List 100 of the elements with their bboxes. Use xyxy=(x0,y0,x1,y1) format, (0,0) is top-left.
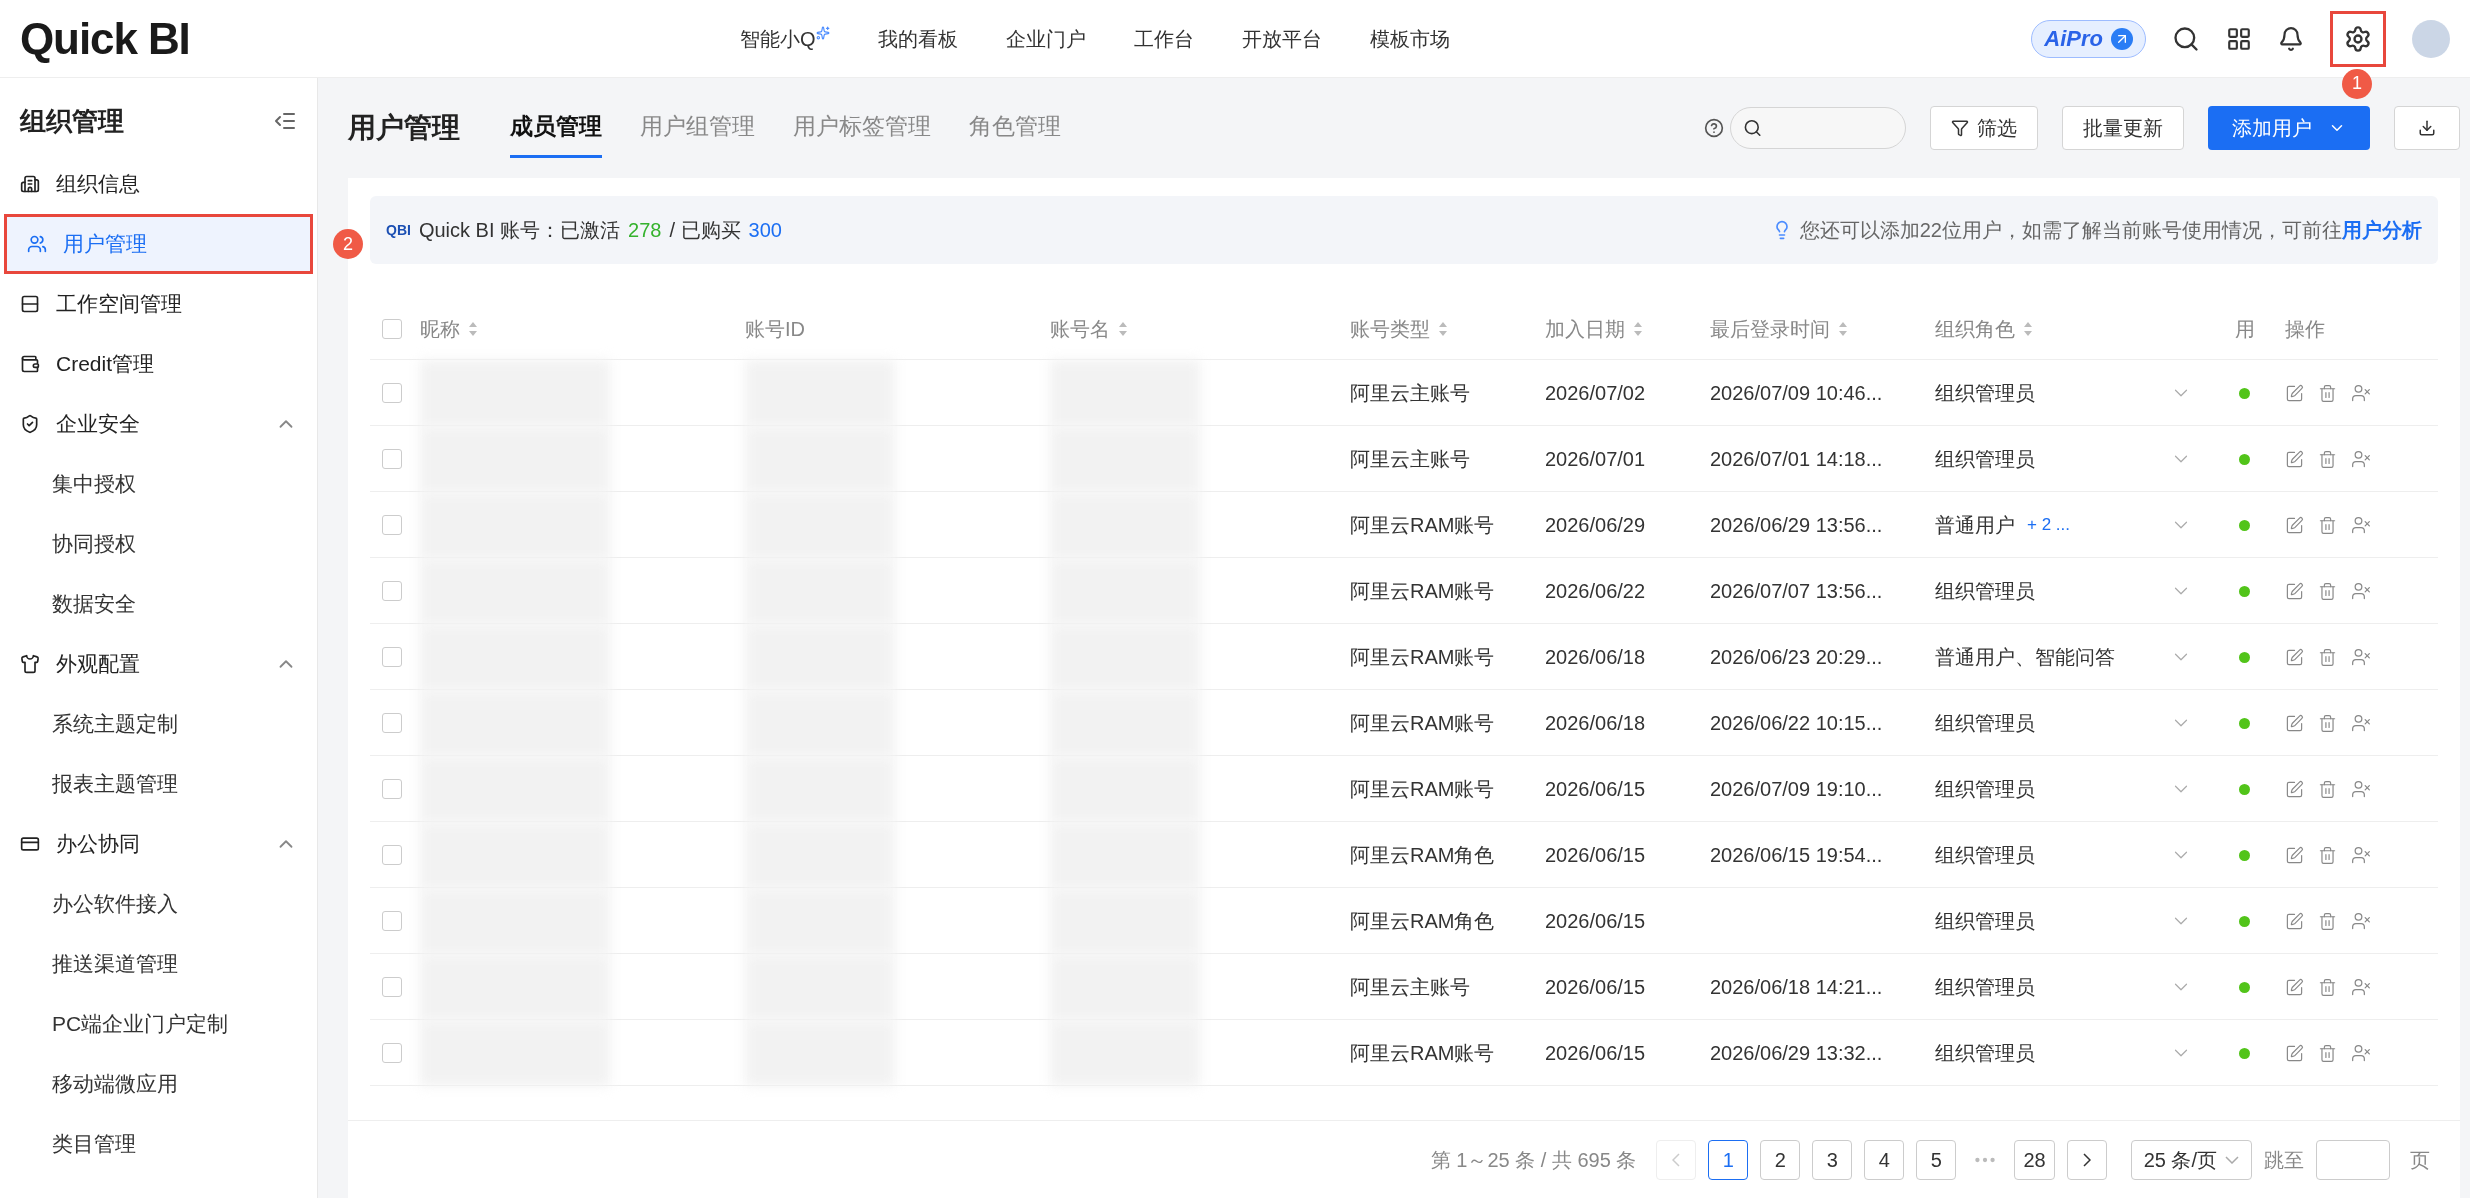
delete-icon[interactable] xyxy=(2318,977,2337,997)
checkbox[interactable] xyxy=(382,779,402,799)
settings-button[interactable] xyxy=(2330,10,2386,67)
checkbox[interactable] xyxy=(382,515,402,535)
edit-icon[interactable] xyxy=(2285,713,2304,733)
download-button[interactable] xyxy=(2394,106,2460,150)
delete-icon[interactable] xyxy=(2318,581,2337,601)
column-header[interactable]: 账号ID xyxy=(745,313,805,344)
sidebar-subitem[interactable]: 协同授权 xyxy=(0,514,317,574)
sidebar-item[interactable]: 组织信息 xyxy=(0,154,317,214)
edit-icon[interactable] xyxy=(2285,779,2304,799)
checkbox[interactable] xyxy=(382,713,402,733)
sidebar-subitem[interactable]: 报表主题管理 xyxy=(0,754,317,814)
page-button[interactable]: 5 xyxy=(1916,1139,1957,1180)
column-header[interactable]: 昵称 xyxy=(420,313,478,344)
sort-icon[interactable] xyxy=(1838,320,1848,337)
checkbox[interactable] xyxy=(382,318,402,339)
sidebar-subitem[interactable]: 办公软件接入 xyxy=(0,874,317,934)
sidebar-subitem[interactable]: 系统主题定制 xyxy=(0,694,317,754)
column-header[interactable]: 最后登录时间 xyxy=(1710,313,1848,344)
user-off-icon[interactable] xyxy=(2351,449,2371,469)
notification-icon[interactable] xyxy=(2278,25,2304,52)
next-page-button[interactable] xyxy=(2066,1139,2107,1180)
edit-icon[interactable] xyxy=(2285,449,2304,469)
user-off-icon[interactable] xyxy=(2351,779,2371,799)
sidebar-item[interactable]: 外观配置 xyxy=(0,634,317,694)
logo[interactable]: Quick BI xyxy=(20,5,740,72)
delete-icon[interactable] xyxy=(2318,383,2337,403)
grid-icon[interactable] xyxy=(2226,25,2252,52)
nav-link[interactable]: 模板市场 xyxy=(1369,23,1450,54)
sidebar-subitem[interactable]: 类目管理 xyxy=(0,1114,317,1174)
user-off-icon[interactable] xyxy=(2351,515,2371,535)
page-input[interactable] xyxy=(2316,1139,2390,1180)
delete-icon[interactable] xyxy=(2318,449,2337,469)
help-icon[interactable] xyxy=(1704,118,1724,138)
nav-link[interactable]: 工作台 xyxy=(1133,23,1194,54)
delete-icon[interactable] xyxy=(2318,515,2337,535)
delete-icon[interactable] xyxy=(2318,845,2337,865)
sidebar-subitem[interactable]: 移动端微应用 xyxy=(0,1054,317,1114)
search-icon[interactable] xyxy=(2172,24,2200,53)
delete-icon[interactable] xyxy=(2318,1043,2337,1063)
add-user-button[interactable]: 添加用户 xyxy=(2208,106,2370,150)
search-field[interactable] xyxy=(1730,107,1906,149)
checkbox[interactable] xyxy=(382,647,402,667)
delete-icon[interactable] xyxy=(2318,713,2337,733)
checkbox[interactable] xyxy=(382,845,402,865)
page-button[interactable]: 4 xyxy=(1864,1139,1905,1180)
column-header[interactable]: 账号类型 xyxy=(1350,313,1448,344)
edit-icon[interactable] xyxy=(2285,977,2304,997)
user-off-icon[interactable] xyxy=(2351,383,2371,403)
sidebar-item[interactable]: 用户管理 xyxy=(4,214,313,274)
column-header[interactable]: 加入日期 xyxy=(1545,313,1643,344)
delete-icon[interactable] xyxy=(2318,779,2337,799)
edit-icon[interactable] xyxy=(2285,911,2304,931)
ai-pro-badge[interactable]: AiPro xyxy=(2031,19,2146,58)
more-roles-link[interactable]: + 2 ... xyxy=(2027,512,2070,538)
delete-icon[interactable] xyxy=(2318,647,2337,667)
checkbox[interactable] xyxy=(382,911,402,931)
edit-icon[interactable] xyxy=(2285,845,2304,865)
column-header[interactable]: 组织角色 xyxy=(1935,313,2033,344)
nav-link[interactable]: 企业门户 xyxy=(1005,23,1086,54)
page-button[interactable]: 2 xyxy=(1760,1139,1801,1180)
sidebar-subitem[interactable]: 集中授权 xyxy=(0,454,317,514)
delete-icon[interactable] xyxy=(2318,911,2337,931)
page-size-select[interactable]: 25 条/页 xyxy=(2130,1139,2252,1180)
sidebar-item[interactable]: 办公协同 xyxy=(0,814,317,874)
page-button[interactable]: 3 xyxy=(1812,1139,1853,1180)
page-button[interactable]: 1 xyxy=(1708,1139,1749,1180)
sort-icon[interactable] xyxy=(2023,320,2033,337)
sort-icon[interactable] xyxy=(1438,320,1448,337)
sidebar-subitem[interactable]: 数据安全 xyxy=(0,574,317,634)
tab[interactable]: 成员管理 xyxy=(510,98,602,158)
user-off-icon[interactable] xyxy=(2351,581,2371,601)
nav-link[interactable]: 智能小Q xyxy=(740,23,830,54)
sidebar-item[interactable]: Credit管理 xyxy=(0,334,317,394)
checkbox[interactable] xyxy=(382,977,402,997)
sort-icon[interactable] xyxy=(1633,320,1643,337)
edit-icon[interactable] xyxy=(2285,1043,2304,1063)
user-analysis-link[interactable]: 用户分析 xyxy=(2342,219,2422,241)
sidebar-subitem[interactable]: PC端企业门户定制 xyxy=(0,994,317,1054)
checkbox[interactable] xyxy=(382,383,402,403)
sidebar-item[interactable]: 工作空间管理 xyxy=(0,274,317,334)
user-off-icon[interactable] xyxy=(2351,911,2371,931)
edit-icon[interactable] xyxy=(2285,383,2304,403)
user-off-icon[interactable] xyxy=(2351,647,2371,667)
checkbox[interactable] xyxy=(382,449,402,469)
sort-icon[interactable] xyxy=(468,320,478,337)
edit-icon[interactable] xyxy=(2285,515,2304,535)
checkbox[interactable] xyxy=(382,581,402,601)
checkbox[interactable] xyxy=(382,1043,402,1063)
sidebar-subitem[interactable]: 推送渠道管理 xyxy=(0,934,317,994)
edit-icon[interactable] xyxy=(2285,581,2304,601)
user-off-icon[interactable] xyxy=(2351,977,2371,997)
edit-icon[interactable] xyxy=(2285,647,2304,667)
column-header[interactable]: 账号名 xyxy=(1050,313,1128,344)
sort-icon[interactable] xyxy=(1118,320,1128,337)
nav-link[interactable]: 我的看板 xyxy=(877,23,958,54)
user-off-icon[interactable] xyxy=(2351,1043,2371,1063)
filter-button[interactable]: 筛选 xyxy=(1930,106,2038,150)
user-off-icon[interactable] xyxy=(2351,845,2371,865)
